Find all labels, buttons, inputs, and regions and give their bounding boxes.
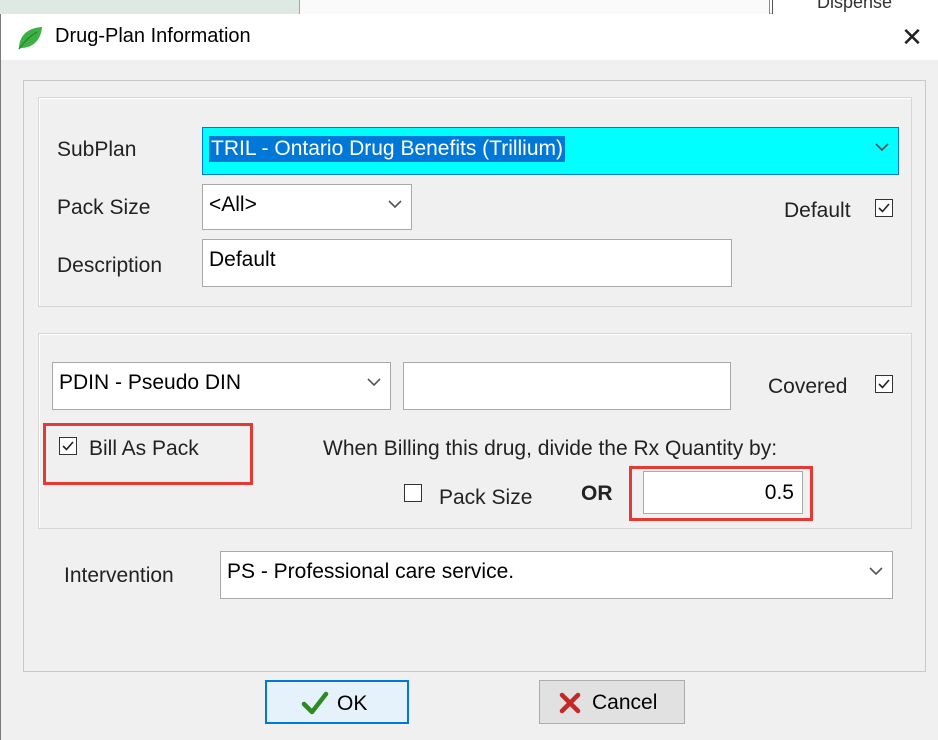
chevron-down-icon <box>875 143 889 152</box>
subplan-selected-value: TRIL - Ontario Drug Benefits (Trillium) <box>209 136 566 162</box>
dialog-title: Drug-Plan Information <box>55 25 251 47</box>
billing-group: PDIN - Pseudo DIN Covered Bill As Pack W… <box>38 333 912 529</box>
din-input[interactable] <box>403 362 731 410</box>
ok-label: OK <box>337 692 368 715</box>
pack-size-selected-value: <All> <box>209 193 257 216</box>
description-input[interactable]: Default <box>202 239 732 287</box>
checkmark-icon <box>878 379 890 389</box>
intervention-selected-value: PS - Professional care service. <box>227 560 515 583</box>
description-label: Description <box>57 254 163 277</box>
default-label: Default <box>784 199 851 222</box>
close-icon: ✕ <box>901 22 923 52</box>
default-checkbox[interactable] <box>875 199 893 217</box>
bill-as-pack-checkbox[interactable] <box>59 437 77 455</box>
billing-instruction: When Billing this drug, divide the Rx Qu… <box>323 437 778 460</box>
covered-checkbox[interactable] <box>875 375 893 393</box>
background-field <box>300 0 770 14</box>
background-tab <box>0 0 300 14</box>
leaf-icon <box>15 24 45 52</box>
chevron-down-icon <box>388 200 402 209</box>
background-app-strip: Dispense <box>0 0 938 14</box>
chevron-down-icon <box>367 378 381 387</box>
cancel-label: Cancel <box>592 691 658 714</box>
plan-group: SubPlan TRIL - Ontario Drug Benefits (Tr… <box>38 97 912 307</box>
pack-size-option-label: Pack Size <box>439 486 533 509</box>
main-panel: SubPlan TRIL - Ontario Drug Benefits (Tr… <box>23 80 926 672</box>
dialog-client-area: SubPlan TRIL - Ontario Drug Benefits (Tr… <box>1 60 938 740</box>
subplan-label: SubPlan <box>57 138 137 161</box>
checkmark-icon <box>301 691 329 715</box>
chevron-down-icon <box>869 567 883 576</box>
background-tab-label: Dispense <box>817 0 893 12</box>
checkmark-icon <box>62 441 74 451</box>
cancel-x-icon <box>559 692 581 714</box>
pack-size-select[interactable]: <All> <box>202 184 412 230</box>
description-value: Default <box>209 248 276 271</box>
or-label: OR <box>581 482 613 505</box>
close-button[interactable]: ✕ <box>889 18 935 56</box>
intervention-label: Intervention <box>64 564 174 587</box>
background-dispense-tab: Dispense <box>772 0 938 14</box>
divisor-input[interactable]: 0.5 <box>643 471 803 514</box>
divisor-value: 0.5 <box>764 481 794 504</box>
bill-as-pack-label: Bill As Pack <box>89 437 199 460</box>
ok-button[interactable]: OK <box>265 680 409 724</box>
pack-size-label: Pack Size <box>57 196 151 219</box>
din-type-select[interactable]: PDIN - Pseudo DIN <box>52 362 391 410</box>
pack-size-option-checkbox[interactable] <box>404 484 422 502</box>
intervention-select[interactable]: PS - Professional care service. <box>220 551 893 599</box>
checkmark-icon <box>878 203 890 213</box>
covered-label: Covered <box>768 375 848 398</box>
din-type-selected-value: PDIN - Pseudo DIN <box>59 371 242 394</box>
drug-plan-dialog: Drug-Plan Information ✕ SubPlan TRIL - O… <box>0 14 938 740</box>
subplan-select[interactable]: TRIL - Ontario Drug Benefits (Trillium) <box>202 127 899 175</box>
cancel-button[interactable]: Cancel <box>539 680 685 724</box>
title-bar[interactable]: Drug-Plan Information ✕ <box>1 14 938 60</box>
